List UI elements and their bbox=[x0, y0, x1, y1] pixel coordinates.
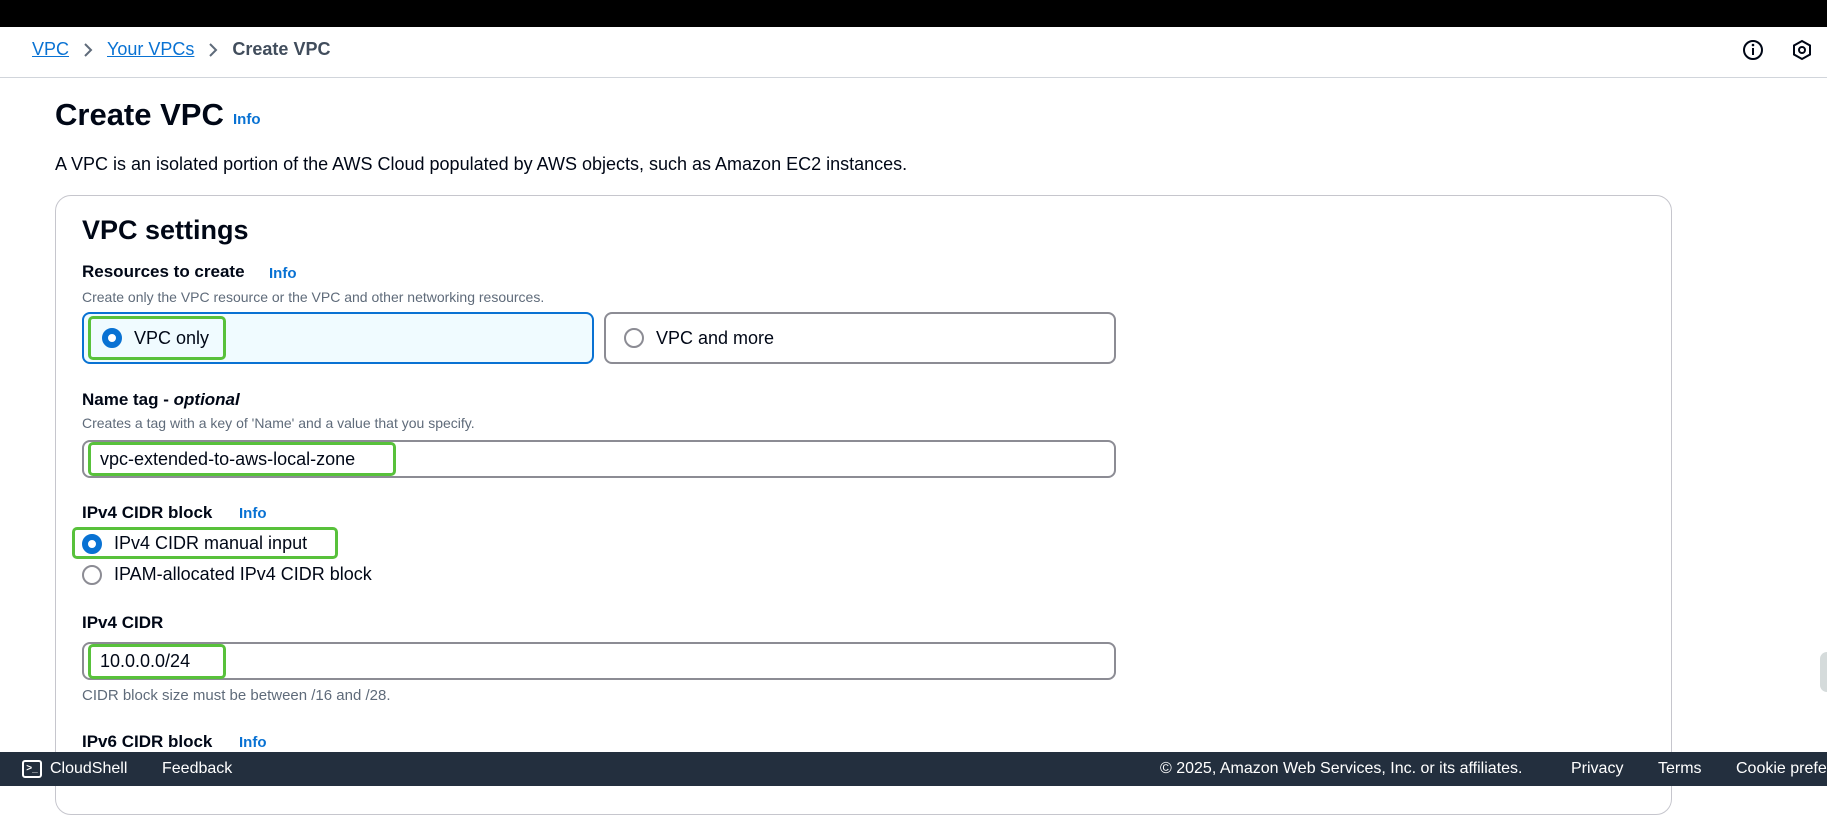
name-tag-value: vpc-extended-to-aws-local-zone bbox=[100, 448, 356, 469]
ipam-allocated-radio[interactable]: IPAM-allocated IPv4 CIDR block bbox=[82, 564, 372, 585]
footer-bar: >_ CloudShell Feedback © 2025, Amazon We… bbox=[0, 752, 1827, 786]
settings-hexagon-icon[interactable] bbox=[1790, 38, 1814, 62]
resources-description: Create only the VPC resource or the VPC … bbox=[82, 289, 545, 305]
top-black-bar bbox=[0, 0, 1827, 27]
name-tag-label: Name tag - optional bbox=[82, 390, 240, 410]
ipv4-manual-label: IPv4 CIDR manual input bbox=[114, 533, 308, 553]
chevron-right-icon bbox=[83, 42, 93, 58]
resources-label: Resources to create bbox=[82, 262, 245, 281]
copyright-text: © 2025, Amazon Web Services, Inc. or its… bbox=[1160, 760, 1523, 777]
ipv4-cidr-block-label: IPv4 CIDR block bbox=[82, 503, 213, 522]
vpc-only-tile[interactable]: VPC only bbox=[82, 312, 594, 364]
page-title: Create VPC bbox=[55, 97, 224, 132]
ipv4-cidr-value: 10.0.0.0/24 bbox=[100, 650, 191, 671]
name-tag-input[interactable]: vpc-extended-to-aws-local-zone bbox=[82, 440, 1116, 478]
name-tag-label-text: Name tag - bbox=[82, 390, 174, 409]
section-title: VPC settings bbox=[82, 215, 249, 245]
feedback-link[interactable]: Feedback bbox=[162, 760, 232, 778]
breadcrumb-your-vpcs-link[interactable]: Your VPCs bbox=[107, 39, 194, 60]
name-tag-description: Creates a tag with a key of 'Name' and a… bbox=[82, 415, 475, 431]
optional-text: optional bbox=[173, 390, 240, 409]
ipv6-cidr-block-label: IPv6 CIDR block bbox=[82, 732, 213, 751]
title-info-link[interactable]: Info bbox=[233, 111, 261, 128]
ipv4-cidr-block-info-link[interactable]: Info bbox=[239, 505, 267, 522]
scrollbar-handle[interactable] bbox=[1820, 652, 1827, 692]
terms-link[interactable]: Terms bbox=[1658, 760, 1702, 778]
breadcrumb: VPC Your VPCs Create VPC bbox=[32, 39, 330, 60]
ipv4-cidr-label: IPv4 CIDR bbox=[82, 613, 164, 632]
ipv4-cidr-input[interactable]: 10.0.0.0/24 bbox=[82, 642, 1116, 680]
radio-checked-icon bbox=[82, 533, 102, 554]
privacy-link[interactable]: Privacy bbox=[1571, 760, 1623, 778]
resources-info-link[interactable]: Info bbox=[269, 265, 297, 282]
cookie-preferences-link[interactable]: Cookie prefe bbox=[1736, 760, 1827, 778]
radio-checked-icon bbox=[102, 328, 122, 348]
vpc-and-more-tile[interactable]: VPC and more bbox=[604, 312, 1116, 364]
radio-unchecked-icon bbox=[624, 328, 644, 348]
cloudshell-link[interactable]: CloudShell bbox=[50, 760, 127, 778]
radio-unchecked-icon bbox=[82, 564, 102, 585]
vpc-only-label: VPC only bbox=[134, 327, 210, 348]
chevron-right-icon bbox=[208, 42, 218, 58]
breadcrumb-bar: VPC Your VPCs Create VPC bbox=[0, 27, 1827, 78]
vpc-settings-container bbox=[55, 195, 1672, 815]
ipv4-manual-radio[interactable]: IPv4 CIDR manual input bbox=[82, 533, 307, 554]
ipv4-cidr-constraint: CIDR block size must be between /16 and … bbox=[82, 687, 391, 704]
breadcrumb-vpc-link[interactable]: VPC bbox=[32, 39, 69, 60]
vpc-and-more-label: VPC and more bbox=[656, 327, 775, 348]
info-circle-icon[interactable] bbox=[1741, 38, 1765, 62]
page-description: A VPC is an isolated portion of the AWS … bbox=[55, 154, 908, 174]
ipv6-cidr-block-info-link[interactable]: Info bbox=[239, 734, 267, 751]
breadcrumb-current: Create VPC bbox=[232, 39, 331, 59]
ipam-allocated-label: IPAM-allocated IPv4 CIDR block bbox=[114, 564, 372, 584]
cloudshell-icon[interactable]: >_ bbox=[22, 760, 42, 778]
